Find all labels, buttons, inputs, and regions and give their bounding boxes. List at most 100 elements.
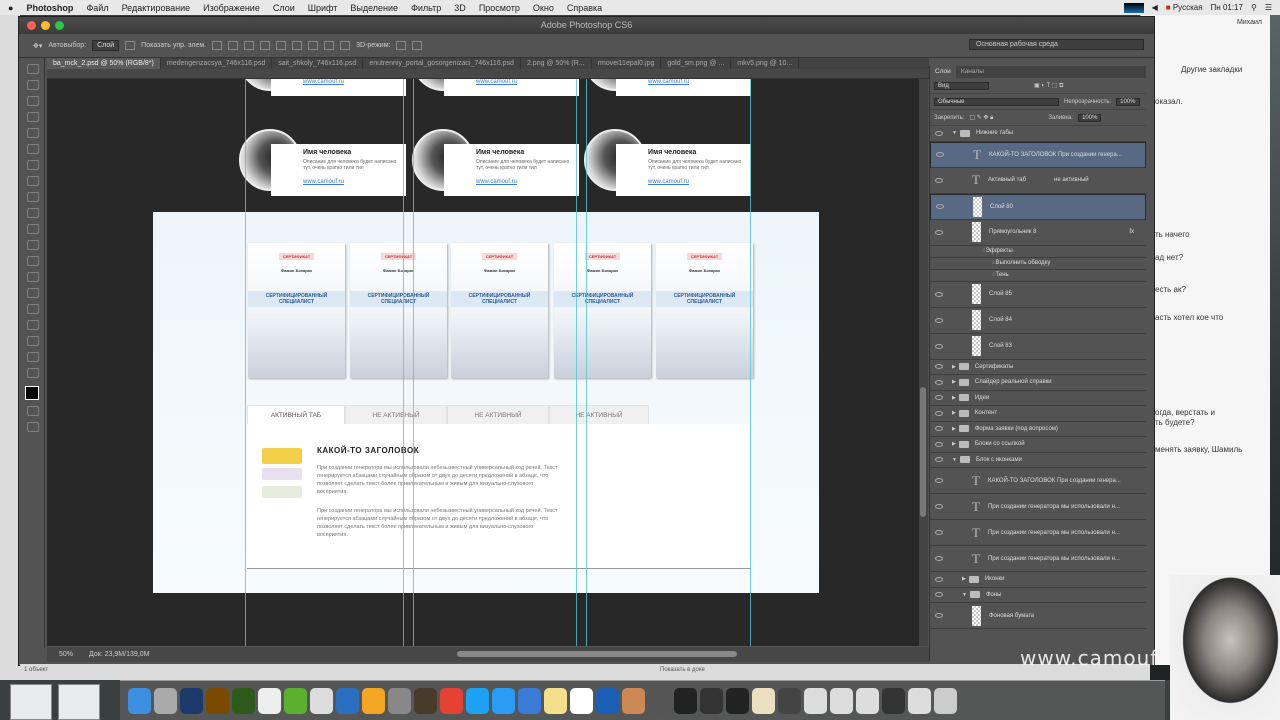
doc-tab[interactable]: sait_shkoly_746x116.psd <box>272 58 364 69</box>
dock-app-icon[interactable] <box>570 687 593 714</box>
dock-app-icon[interactable] <box>388 687 411 714</box>
dock-app-icon[interactable] <box>336 687 359 714</box>
distribute-icon[interactable] <box>308 41 319 50</box>
vertical-scroll-thumb[interactable] <box>920 387 926 517</box>
eyedropper-tool[interactable] <box>26 144 39 154</box>
fill-input[interactable]: 100% <box>1078 113 1102 122</box>
tab-channels[interactable]: Каналы <box>956 66 989 78</box>
eraser-tool[interactable] <box>26 224 39 234</box>
layer-row[interactable]: ▼ Блок с иконками <box>930 453 1146 468</box>
align-icon[interactable] <box>292 41 303 50</box>
guide-line[interactable] <box>403 79 404 646</box>
visibility-eye-icon[interactable] <box>935 613 943 618</box>
dock-app-icon[interactable] <box>440 687 463 714</box>
align-icon[interactable] <box>244 41 255 50</box>
layer-row[interactable]: ▶ Слайдер реальной справки <box>930 375 1146 391</box>
show-controls-checkbox[interactable] <box>125 41 136 50</box>
menu-layers[interactable]: Слои <box>273 3 295 13</box>
doc-tab[interactable]: mkv5.png @ 10... <box>731 58 800 69</box>
notifications-icon[interactable]: ☰ <box>1265 3 1272 12</box>
dock-app-icon[interactable] <box>284 687 307 714</box>
layer-row[interactable]: ◌ Тень <box>930 270 1146 282</box>
dock-app-icon[interactable] <box>934 687 957 714</box>
expand-triangle-icon[interactable]: ▶ <box>952 441 956 447</box>
autoselect-select[interactable]: Слой <box>92 40 120 51</box>
layer-row[interactable]: Слой 83 <box>930 334 1146 360</box>
visibility-eye-icon[interactable] <box>935 364 943 370</box>
visibility-eye-icon[interactable] <box>935 478 943 483</box>
layer-row[interactable]: Фоновая бумага <box>930 603 1146 629</box>
visibility-eye-icon[interactable] <box>936 152 944 157</box>
expand-triangle-icon[interactable]: ▶ <box>952 364 956 370</box>
healing-tool[interactable] <box>26 160 39 170</box>
dock-app-icon[interactable] <box>310 687 333 714</box>
layer-row[interactable]: T При создании генератора мы использовали… <box>930 494 1146 520</box>
expand-triangle-icon[interactable]: ▼ <box>952 130 957 136</box>
menu-image[interactable]: Изображение <box>203 3 260 13</box>
layer-row[interactable]: ▼ Фоны <box>930 588 1146 603</box>
quick-select-tool[interactable] <box>26 112 39 122</box>
visibility-eye-icon[interactable] <box>935 426 943 432</box>
screen-mode-button[interactable] <box>26 422 39 432</box>
brush-tool[interactable] <box>26 176 39 186</box>
dock-app-icon[interactable] <box>154 687 177 714</box>
vertical-scrollbar[interactable] <box>919 79 928 646</box>
dock-app-icon[interactable] <box>804 687 827 714</box>
layer-row[interactable]: T При создании генератора мы использовали… <box>930 520 1146 546</box>
visibility-eye-icon[interactable] <box>935 291 943 297</box>
doc-tab[interactable]: 2.png @ 50% (R... <box>521 58 592 69</box>
pen-tool[interactable] <box>26 288 39 298</box>
crop-tool[interactable] <box>26 128 39 138</box>
expand-triangle-icon[interactable]: ▶ <box>962 576 966 582</box>
dock-app-icon[interactable] <box>908 687 931 714</box>
volume-icon[interactable]: ◀ <box>1152 3 1158 12</box>
foreground-color[interactable] <box>25 386 39 400</box>
layer-filter-select[interactable]: Вид <box>934 81 989 90</box>
visibility-eye-icon[interactable] <box>935 395 943 401</box>
dock-app-icon[interactable] <box>726 687 749 714</box>
doc-tab[interactable]: rmovei11epal0.jpg <box>592 58 662 69</box>
opacity-input[interactable]: 100% <box>1116 97 1140 106</box>
dock-app-icon[interactable] <box>180 687 203 714</box>
dock-app-icon[interactable] <box>258 687 281 714</box>
dock-app-icon[interactable] <box>856 687 879 714</box>
desktop-file[interactable] <box>10 684 52 720</box>
language-menu[interactable]: ■ Русская <box>1166 3 1203 12</box>
dock-app-icon[interactable] <box>596 687 619 714</box>
zoom-button[interactable] <box>55 21 64 30</box>
layer-row[interactable]: Слой 85 <box>930 282 1146 308</box>
guide-line[interactable] <box>750 79 751 646</box>
menu-help[interactable]: Справка <box>567 3 602 13</box>
doc-tab[interactable]: gold_sm.png @ ... <box>661 58 732 69</box>
dock-app-icon[interactable] <box>466 687 489 714</box>
doc-tab[interactable]: enutrenniy_portal_gosorgenizaci_746x116.… <box>363 58 521 69</box>
dock-app-icon[interactable] <box>232 687 255 714</box>
dock-app-icon[interactable] <box>414 687 437 714</box>
align-icon[interactable] <box>212 41 223 50</box>
layer-row[interactable]: Прямоугольник 8 fx <box>930 220 1146 246</box>
layer-row[interactable]: T При создании генератора мы использовали… <box>930 546 1146 572</box>
distribute-icon[interactable] <box>324 41 335 50</box>
desktop-file[interactable] <box>58 684 100 720</box>
visibility-eye-icon[interactable] <box>935 229 943 235</box>
expand-triangle-icon[interactable]: ▶ <box>952 426 956 432</box>
doc-tab[interactable]: ba_mck_2.psd @ 50% (RGB/8*) <box>47 58 161 69</box>
visibility-eye-icon[interactable] <box>935 317 943 323</box>
dock-app-icon[interactable] <box>752 687 775 714</box>
visibility-eye-icon[interactable] <box>935 177 943 183</box>
stamp-tool[interactable] <box>26 192 39 202</box>
menu-edit[interactable]: Редактирование <box>122 3 191 13</box>
workspace-select[interactable]: Основная рабочая среда <box>969 39 1144 50</box>
dock-app-icon[interactable] <box>492 687 515 714</box>
doc-tab[interactable]: medengenzacsya_746x116.psd <box>161 58 273 69</box>
menu-file[interactable]: Файл <box>86 3 108 13</box>
visibility-eye-icon[interactable] <box>935 556 943 561</box>
visibility-eye-icon[interactable] <box>935 441 943 447</box>
menu-view[interactable]: Просмотр <box>479 3 520 13</box>
shape-tool[interactable] <box>26 336 39 346</box>
menu-select[interactable]: Выделение <box>350 3 398 13</box>
3d-pan-icon[interactable] <box>412 41 423 50</box>
layer-row[interactable]: Слой 80 <box>930 193 1146 220</box>
blend-mode-select[interactable]: Обычные <box>934 97 1059 106</box>
3d-rotate-icon[interactable] <box>396 41 407 50</box>
